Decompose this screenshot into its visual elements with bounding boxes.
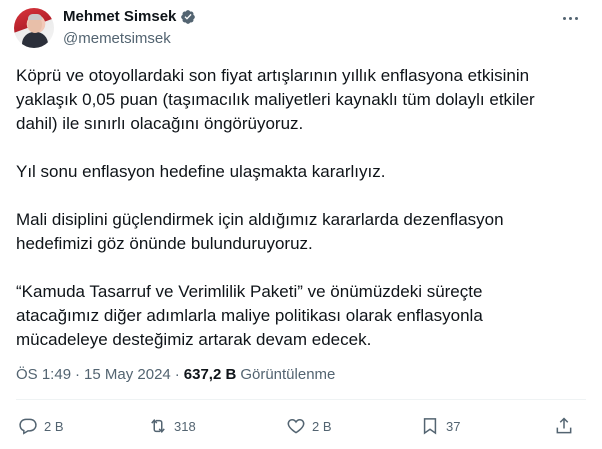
more-dot	[562, 16, 566, 20]
retweet-count: 318	[174, 418, 196, 434]
tweet-time[interactable]: ÖS 1:49	[16, 366, 71, 383]
retweet-button[interactable]: 318	[148, 412, 196, 440]
like-count: 2 B	[312, 418, 332, 434]
bookmark-icon	[423, 418, 437, 435]
bookmark-button[interactable]: 37	[420, 412, 460, 440]
views-label: Görüntülenme	[240, 366, 336, 383]
like-button[interactable]: 2 B	[286, 412, 332, 440]
avatar[interactable]	[14, 8, 54, 48]
tweet-paragraph: Köprü ve otoyollardaki son fiyat artışla…	[16, 66, 535, 133]
meta-separator: ·	[75, 366, 81, 383]
reply-icon	[19, 418, 37, 435]
bookmark-count: 37	[446, 418, 461, 434]
avatar-hair	[28, 14, 42, 20]
tweet-card: Mehmet Simsek @memetsimsek Köprü ve otoy…	[0, 0, 602, 449]
tweet-paragraph: Mali disiplini güçlendirmek için aldığım…	[16, 210, 504, 253]
tweet-paragraph: Yıl sonu enflasyon hedefine ulaşmakta ka…	[16, 162, 386, 181]
reply-button[interactable]: 2 B	[18, 412, 64, 440]
tweet-text: Köprü ve otoyollardaki son fiyat artışla…	[16, 64, 588, 376]
tweet-date[interactable]: 15 May 2024	[84, 366, 171, 383]
divider	[16, 399, 586, 400]
tweet-paragraph: “Kamuda Tasarruf ve Verimlilik Paketi” v…	[16, 282, 483, 349]
reply-count: 2 B	[44, 418, 64, 434]
meta-separator: ·	[174, 366, 180, 383]
share-icon	[556, 417, 572, 434]
retweet-icon	[151, 419, 165, 433]
tweet-meta: ÖS 1:49 · 15 May 2024 · 637,2 B Görüntül…	[16, 366, 335, 383]
author-display-name[interactable]: Mehmet Simsek	[63, 8, 176, 25]
avatar-suit	[22, 32, 48, 48]
more-options-icon[interactable]	[558, 8, 582, 28]
heart-icon	[287, 418, 305, 434]
verified-badge-icon[interactable]	[180, 9, 196, 25]
more-dot	[574, 16, 578, 20]
more-dot	[568, 16, 572, 20]
action-bar: 2 B 318 2 B 37	[16, 412, 588, 440]
share-button[interactable]	[554, 412, 574, 440]
author-handle[interactable]: @memetsimsek	[63, 30, 171, 47]
views-count: 637,2 B	[183, 366, 237, 383]
author-name-row: Mehmet Simsek	[63, 8, 196, 25]
